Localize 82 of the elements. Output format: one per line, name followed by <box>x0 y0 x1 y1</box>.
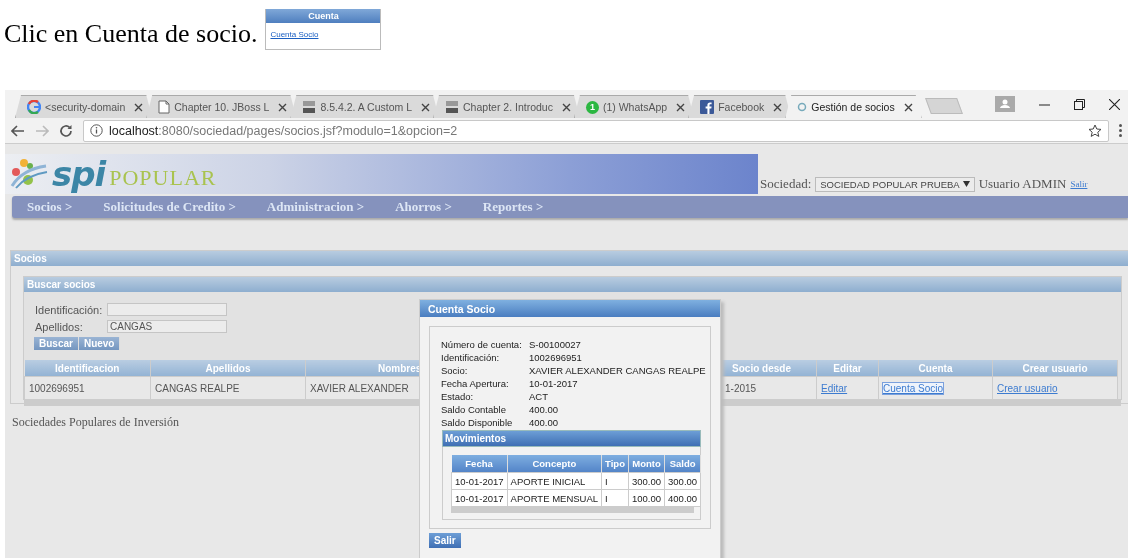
table-cell: APORTE INICIAL <box>507 472 602 490</box>
search-button[interactable]: Buscar <box>34 337 79 350</box>
column-header: Editar <box>816 360 879 377</box>
table-cell: 1-2015 <box>725 382 757 394</box>
column-header: Fecha <box>451 455 508 473</box>
panel-title: Socios <box>11 251 1128 266</box>
close-icon[interactable] <box>561 102 571 112</box>
field-value: 1002696951 <box>529 352 583 363</box>
sociedad-label: Sociedad: <box>760 176 812 192</box>
table-cell: I <box>601 472 629 490</box>
footer-text: Sociedades Populares de Inversión <box>12 415 179 430</box>
column-header: Saldo <box>664 455 701 473</box>
table-cell: 1002696951 <box>29 382 85 394</box>
table-cell: CANGAS REALPE <box>155 382 240 394</box>
star-icon[interactable] <box>1088 123 1102 138</box>
sociedad-select[interactable]: SOCIEDAD POPULAR PRUEBA <box>815 176 975 192</box>
field-label: Estado: <box>441 391 475 402</box>
field-value: XAVIER ALEXANDER CANGAS REALPE <box>529 365 707 376</box>
user-label: Usuario ADMIN <box>978 176 1067 192</box>
logout-link[interactable]: Salir <box>1070 179 1088 189</box>
close-icon[interactable] <box>773 102 783 112</box>
column-header: Cuenta <box>878 360 993 377</box>
page-icon <box>158 100 171 114</box>
caption-text: Clic en Cuenta de socio. <box>4 19 258 49</box>
field-label: Saldo Contable <box>441 404 507 415</box>
menu-item[interactable]: Administracion > <box>266 199 365 215</box>
input-field[interactable] <box>107 303 227 316</box>
close-icon[interactable] <box>278 102 288 112</box>
table-scrollbar[interactable] <box>451 507 694 513</box>
table-cell: 300.00 <box>628 472 665 490</box>
close-icon[interactable] <box>1109 98 1120 110</box>
menu-item[interactable]: Solicitudes de Credito > <box>103 199 236 215</box>
column-header: Identificacion <box>24 360 151 377</box>
inset-header: Cuenta <box>266 9 381 23</box>
panel-title: Buscar socios <box>24 277 1121 292</box>
field-label: Socio: <box>441 365 469 376</box>
field-label: Número de cuenta: <box>441 339 523 350</box>
reload-icon[interactable] <box>59 123 73 138</box>
table-cell: 10-01-2017 <box>451 472 508 490</box>
table-link[interactable]: Cuenta Socio <box>883 382 944 394</box>
column-header: Monto <box>628 455 665 473</box>
column-header: Crear usuario <box>992 360 1118 377</box>
search-button[interactable]: Nuevo <box>78 337 121 350</box>
google-icon <box>27 100 41 114</box>
menu-item[interactable]: Reportes > <box>482 199 544 215</box>
field-value: 10-01-2017 <box>529 378 579 389</box>
field-label: Identificación: <box>35 303 104 316</box>
field-label: Apellidos: <box>35 320 84 333</box>
close-icon[interactable] <box>421 102 431 112</box>
swirl-logo-icon <box>10 158 48 190</box>
field-value: S-00100027 <box>529 339 582 350</box>
menu-icon[interactable] <box>1119 124 1122 137</box>
table-cell: XAVIER ALEXANDER <box>310 382 409 394</box>
field-value: ACT <box>529 391 549 402</box>
browser-tab[interactable]: Gestión de socios <box>785 95 922 118</box>
close-icon[interactable] <box>676 102 686 112</box>
table-cell: 300.00 <box>664 472 701 490</box>
field-label: Identificación: <box>441 352 501 363</box>
column-header: Concepto <box>507 455 602 473</box>
column-header: Tipo <box>601 455 629 473</box>
movimientos-title: Movimientos <box>442 430 701 447</box>
logo-tagline: POPULAR <box>109 165 217 191</box>
restore-icon[interactable] <box>1074 98 1085 110</box>
menu-item[interactable]: Ahorros > <box>395 199 452 215</box>
facebook-icon <box>700 100 715 114</box>
column-header: Apellidos <box>150 360 306 377</box>
back-icon[interactable] <box>11 124 25 137</box>
field-label: Fecha Apertura: <box>441 378 510 389</box>
notification-icon: 1 <box>585 100 599 114</box>
info-icon <box>90 124 103 137</box>
close-icon[interactable] <box>903 102 913 112</box>
address-field[interactable]: localhost:8080/sociedad/pages/socios.jsf?modulo=1&opcion=2 <box>83 119 1109 142</box>
caret-icon <box>962 181 970 187</box>
field-label: Saldo Disponible <box>441 417 514 428</box>
close-icon[interactable] <box>134 102 144 112</box>
salir-button[interactable]: Salir <box>429 533 461 548</box>
dialog-title: Cuenta Socio <box>420 300 720 317</box>
field-value: 400.00 <box>529 417 560 428</box>
logo-text: spi <box>52 157 106 191</box>
field-value: 400.00 <box>529 404 560 415</box>
menu-item[interactable]: Socios > <box>27 199 73 215</box>
input-field[interactable]: CANGAS <box>107 320 227 333</box>
